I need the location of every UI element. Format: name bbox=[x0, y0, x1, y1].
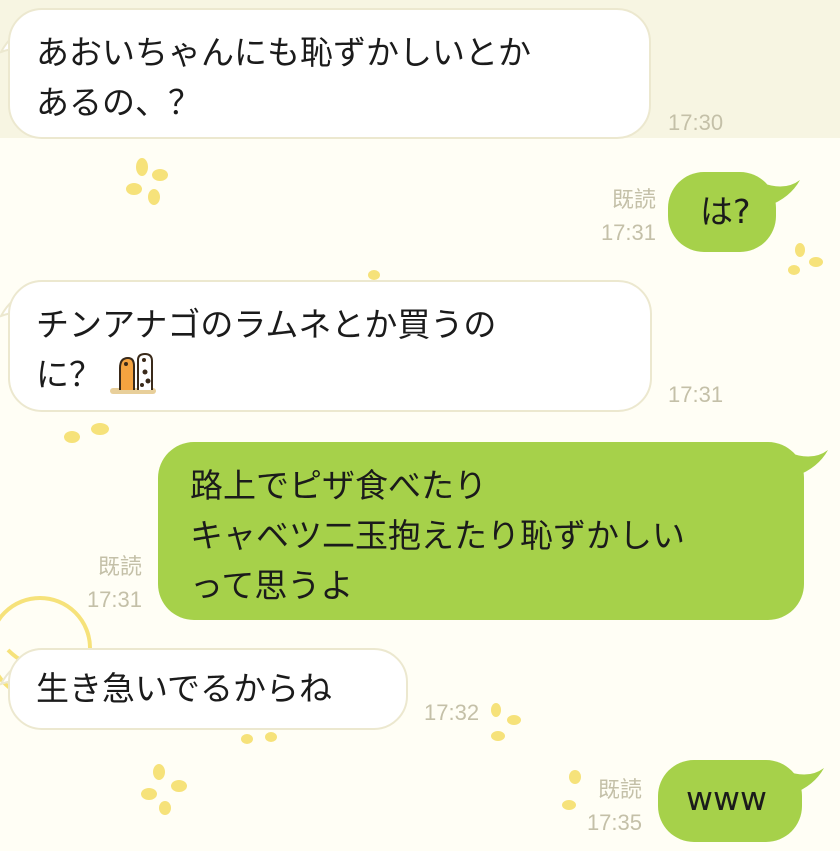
message-bubble-incoming[interactable]: 生き急いでるからね bbox=[8, 648, 408, 730]
message-timestamp: 17:31 bbox=[86, 587, 142, 612]
flower-sparkle-icon bbox=[491, 703, 521, 741]
message-text-line: って思うよ bbox=[190, 566, 354, 605]
read-receipt: 既読 bbox=[597, 777, 642, 802]
read-receipt: 既読 bbox=[97, 554, 142, 579]
message-timestamp: 17:35 bbox=[586, 810, 642, 835]
flower-sparkle-icon bbox=[788, 243, 823, 275]
message-bubble-incoming[interactable]: あおいちゃんにも恥ずかしいとか あるの、？ bbox=[8, 8, 651, 139]
garden-eel-emoji-icon bbox=[110, 352, 156, 394]
message-timestamp: 17:32 bbox=[424, 700, 480, 725]
flower-sparkle-icon bbox=[141, 764, 187, 815]
message-text-line: あおいちゃんにも恥ずかしいとか bbox=[36, 33, 531, 72]
message-text-line: あるの、？ bbox=[36, 83, 201, 122]
message-text-line: に？ bbox=[36, 355, 102, 394]
bubble-tail bbox=[760, 180, 800, 206]
read-receipt: 既読 bbox=[611, 187, 656, 212]
message-bubble-outgoing[interactable]: www bbox=[658, 760, 802, 842]
message-text-line: 生き急いでるからね bbox=[36, 669, 333, 708]
flower-sparkle-icon bbox=[64, 423, 109, 443]
bubble-tail bbox=[784, 768, 824, 794]
message-timestamp: 17:30 bbox=[668, 110, 724, 135]
message-bubble-incoming[interactable]: チンアナゴのラムネとか買うの に？ bbox=[8, 280, 652, 412]
message-text-line: 路上でピザ食べたり bbox=[190, 466, 487, 505]
message-timestamp: 17:31 bbox=[600, 220, 656, 245]
message-bubble-outgoing[interactable]: 路上でピザ食べたり キャベツ二玉抱えたり恥ずかしい って思うよ bbox=[158, 442, 804, 620]
message-text-line: チンアナゴのラムネとか買うの bbox=[36, 305, 497, 344]
message-timestamp: 17:31 bbox=[668, 382, 724, 407]
message-text-line: キャベツ二玉抱えたり恥ずかしい bbox=[190, 516, 685, 555]
flower-sparkle-icon bbox=[126, 158, 168, 205]
bubble-tail bbox=[788, 450, 828, 476]
